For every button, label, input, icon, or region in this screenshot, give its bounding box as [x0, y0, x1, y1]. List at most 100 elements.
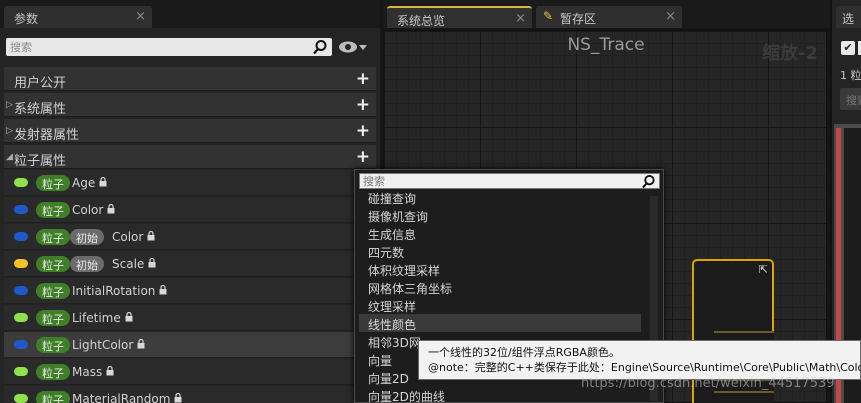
parameter-row[interactable]: 粒子 Color: [4, 197, 380, 223]
parameter-row[interactable]: 粒子 Mass: [4, 359, 380, 385]
parameter-row[interactable]: 粒子 初始 Scale: [4, 251, 380, 277]
tab-close-icon[interactable]: ×: [135, 9, 146, 24]
type-color-pill: [14, 232, 28, 241]
parameter-name: InitialRotation: [72, 284, 156, 298]
type-picker-search-box: [359, 173, 660, 189]
lock-icon: [147, 231, 155, 241]
visibility-eye-icon[interactable]: [338, 40, 368, 54]
search-icon[interactable]: [312, 39, 328, 55]
zoom-level-label: 缩放-2: [762, 43, 818, 64]
parameter-name: Mass: [72, 365, 103, 379]
add-parameter-button[interactable]: +: [356, 69, 370, 89]
type-color-pill: [14, 286, 28, 295]
category-row[interactable]: ▷ 系统属性 +: [4, 93, 376, 117]
expand-arrow-icon[interactable]: ▷: [6, 126, 13, 136]
tab-system-overview-label: 系统总览: [397, 14, 446, 28]
type-color-pill: [14, 340, 28, 349]
parameters-search-input[interactable]: [10, 38, 310, 56]
type-color-pill: [14, 367, 28, 376]
expand-arrow-icon[interactable]: ▷: [6, 100, 13, 110]
selection-count: 1 粒: [840, 69, 861, 82]
tooltip-line-2: @note：完整的C++类保存于此处：Engine\Source\Runtime…: [428, 361, 861, 374]
parameter-row[interactable]: 粒子 Age: [4, 170, 380, 196]
menu-item[interactable]: 四元数: [359, 242, 641, 260]
parameter-name: MaterialRandom: [72, 392, 171, 403]
type-color-pill: [14, 178, 28, 187]
namespace-tag: 粒子: [36, 337, 70, 353]
expand-arrow-icon[interactable]: ◢: [6, 152, 13, 162]
parameter-name: LightColor: [72, 338, 134, 352]
menu-item[interactable]: 生成信息: [359, 224, 641, 242]
parameters-tabbar: 参数 ×: [0, 0, 380, 28]
lock-icon: [174, 393, 182, 403]
parameter-name: Age: [72, 176, 96, 190]
tab-close-icon[interactable]: ×: [515, 11, 526, 26]
parameter-row[interactable]: 粒子 InitialRotation: [4, 278, 380, 304]
lock-icon: [99, 177, 107, 187]
tab-parameters[interactable]: 参数 ×: [4, 6, 152, 28]
graph-tabbar: 系统总览 × ✎ 暂存区 ×: [383, 0, 830, 28]
parameter-row[interactable]: 粒子 LightColor: [4, 332, 380, 358]
parameters-panel: 参数 × 用户公开+▷系统属性+▷发射器属性+◢粒子属性+ 粒子Age粒子Col…: [0, 0, 380, 403]
parameters-search-box: [6, 38, 332, 56]
tab-system-overview[interactable]: 系统总览 ×: [387, 6, 532, 28]
menu-item[interactable]: 摄像机查询: [359, 206, 641, 224]
menu-item[interactable]: 纹理采样: [359, 296, 641, 314]
type-color-pill: [14, 259, 28, 268]
add-parameter-button[interactable]: +: [356, 121, 370, 141]
type-picker-search-input[interactable]: [363, 174, 633, 188]
type-color-pill: [14, 205, 28, 214]
selection-search-input[interactable]: 搜索: [840, 88, 861, 110]
menu-item[interactable]: 网格体三角坐标: [359, 278, 641, 296]
pencil-icon: ✎: [543, 9, 554, 23]
parameter-name: Scale: [112, 257, 145, 271]
tab-scratch-pad-label: 暂存区: [560, 12, 597, 26]
search-icon[interactable]: [641, 174, 656, 189]
initial-tag: 初始: [70, 229, 104, 245]
watermark-text: https://blog.csdn.net/weixin_44517539: [581, 376, 835, 391]
category-row[interactable]: ▷ 发射器属性 +: [4, 119, 376, 143]
tab-selection[interactable]: 选: [836, 6, 861, 28]
namespace-tag: 粒子: [36, 310, 70, 326]
parameter-row[interactable]: 粒子 MaterialRandom: [4, 386, 380, 403]
lock-icon: [106, 366, 114, 376]
parameter-name: Color: [112, 230, 144, 244]
parameter-name: Lifetime: [72, 311, 121, 325]
namespace-tag: 粒子: [36, 175, 70, 191]
node-expand-icon[interactable]: ⇱: [759, 263, 768, 276]
add-parameter-button[interactable]: +: [356, 147, 370, 167]
menu-item[interactable]: 体积纹理采样: [359, 260, 641, 278]
category-label: 系统属性: [14, 102, 67, 117]
category-row[interactable]: 用户公开 +: [4, 67, 376, 91]
tab-scratch-pad[interactable]: ✎ 暂存区 ×: [536, 6, 682, 28]
initial-tag: 初始: [70, 256, 104, 272]
menu-item[interactable]: 碰撞查询: [359, 188, 641, 206]
lock-icon: [125, 312, 133, 322]
type-color-pill: [14, 394, 28, 403]
type-tooltip: 一个线性的32位/组件浮点RGBA颜色。 @note：完整的C++类保存于此处：…: [418, 340, 861, 380]
category-row[interactable]: ◢ 粒子属性 +: [4, 145, 376, 169]
parameter-name: Color: [72, 203, 104, 217]
type-color-pill: [14, 313, 28, 322]
category-label: 粒子属性: [14, 154, 67, 169]
menu-item[interactable]: 线性颜色: [359, 314, 641, 332]
namespace-tag: 粒子: [36, 283, 70, 299]
tab-parameters-label: 参数: [14, 12, 39, 26]
parameter-row[interactable]: 粒子 初始 Color: [4, 224, 380, 250]
tooltip-line-1: 一个线性的32位/组件浮点RGBA颜色。: [428, 346, 620, 359]
namespace-tag: 粒子: [36, 229, 70, 245]
parameter-row[interactable]: 粒子 Lifetime: [4, 305, 380, 331]
lock-icon: [148, 258, 156, 268]
add-parameter-button[interactable]: +: [356, 95, 370, 115]
category-label: 用户公开: [14, 76, 67, 91]
tab-close-icon[interactable]: ×: [665, 9, 676, 24]
lock-icon: [159, 285, 167, 295]
namespace-tag: 粒子: [36, 391, 70, 403]
namespace-tag: 粒子: [36, 364, 70, 380]
lock-icon: [137, 339, 145, 349]
lock-icon: [107, 204, 115, 214]
checkbox-icon[interactable]: ✔: [841, 41, 855, 55]
namespace-tag: 粒子: [36, 256, 70, 272]
category-label: 发射器属性: [14, 128, 80, 143]
namespace-tag: 粒子: [36, 202, 70, 218]
